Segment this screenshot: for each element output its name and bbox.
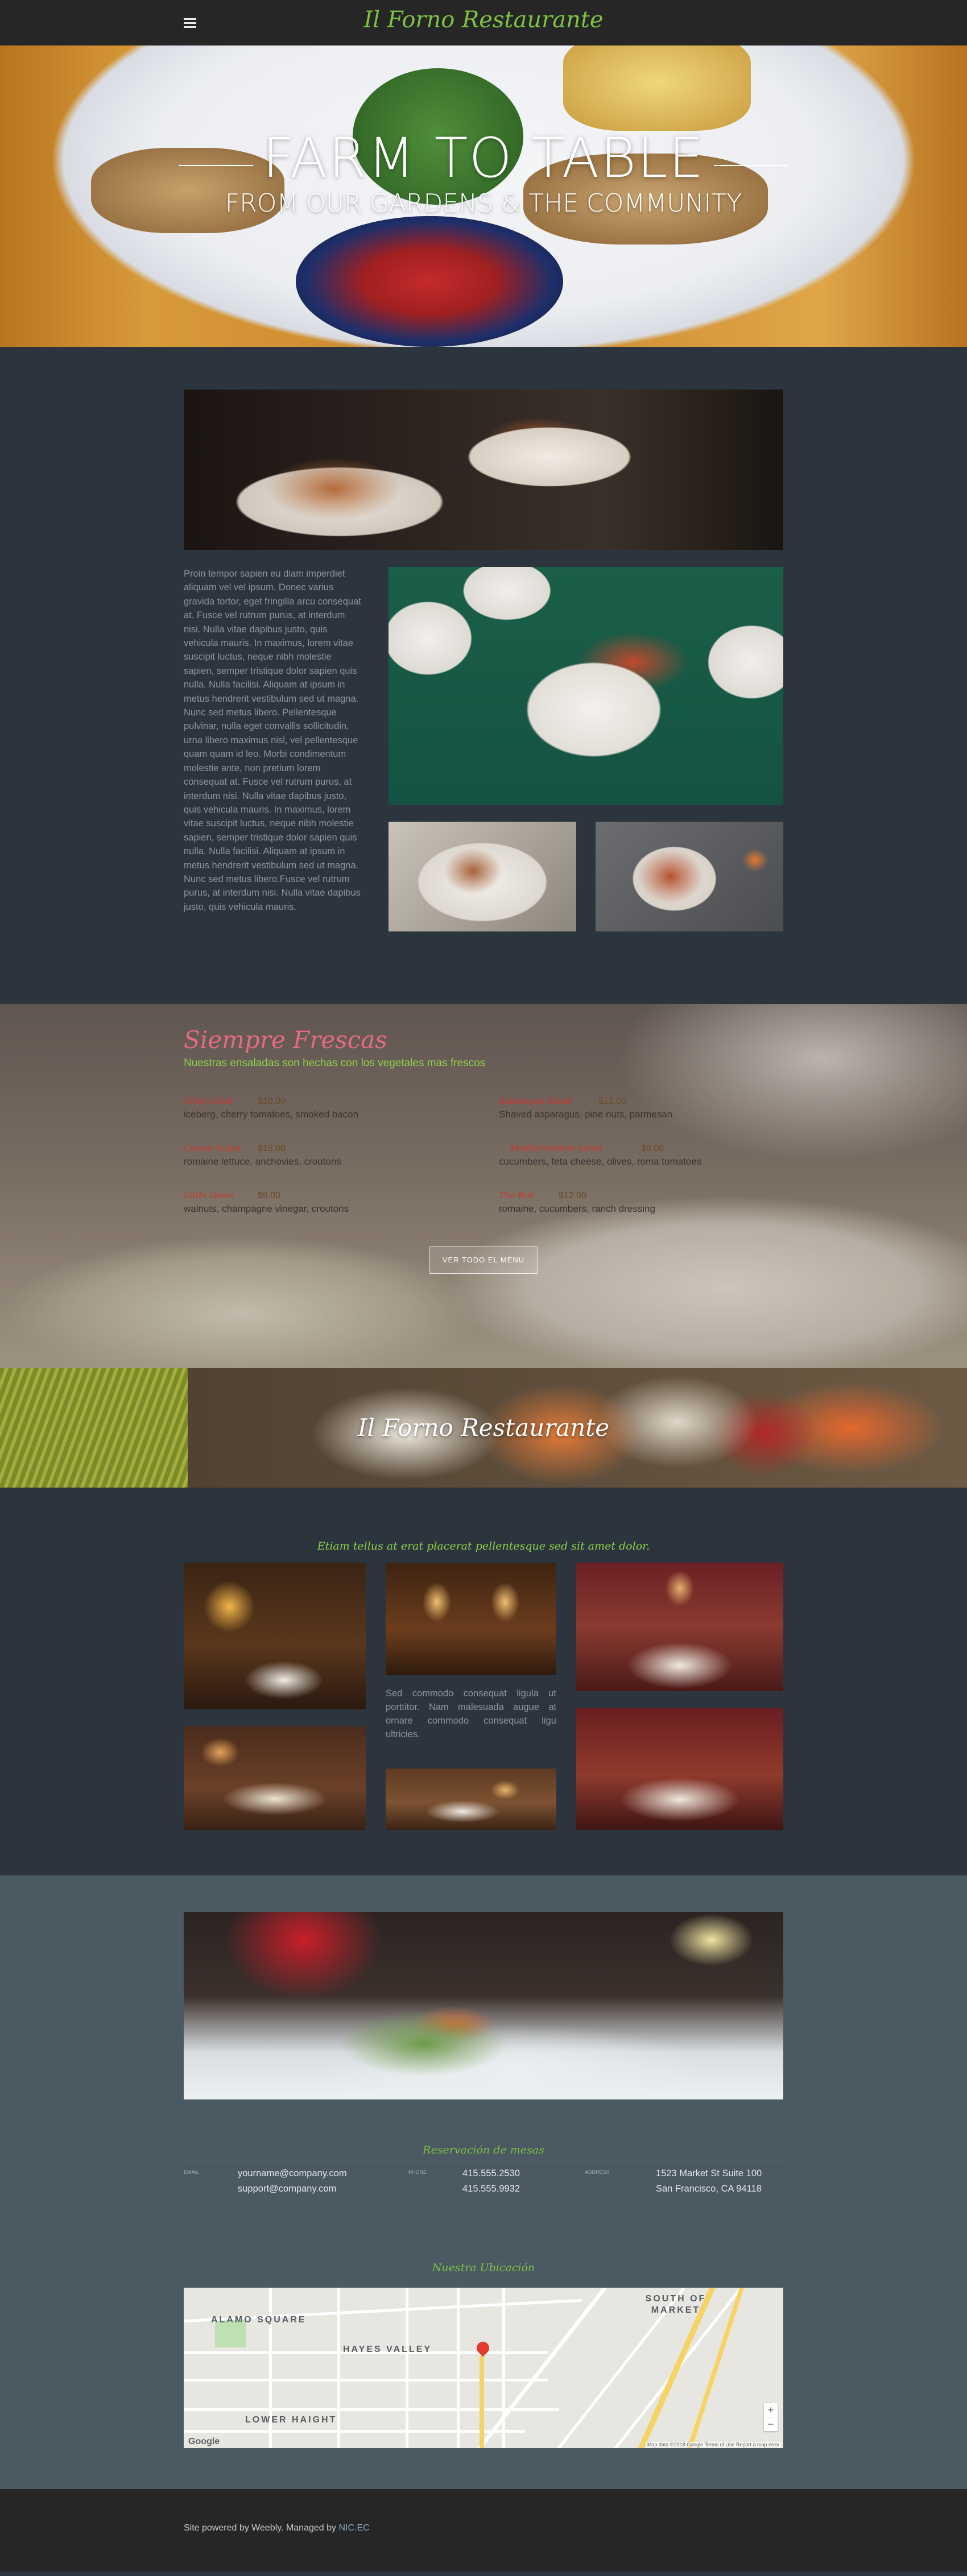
phone-label: PHONE bbox=[408, 2169, 427, 2175]
restaurant-banner: Il Forno Restaurante bbox=[0, 1368, 967, 1488]
dish-price: $8.00 bbox=[641, 1144, 664, 1153]
menu-section: Siempre Frescas Nuestras ensaladas son h… bbox=[0, 1004, 967, 1368]
dish-item: Mediterranean Salad $8.00 cucumbers, feta… bbox=[499, 1143, 783, 1167]
dish-name: Asparagus Salad bbox=[499, 1096, 572, 1106]
bar-drinks-image bbox=[184, 1563, 366, 1709]
seafood-platter-image bbox=[389, 567, 783, 805]
dish-description: romaine, cucumbers, ranch dressing bbox=[499, 1203, 655, 1214]
address-label: ADDRESS bbox=[585, 2169, 610, 2175]
phone-number[interactable]: 415.555.2530 bbox=[462, 2166, 520, 2181]
dish-description: walnuts, champagne vinegar, croutons bbox=[184, 1203, 349, 1214]
menu-subtitle: Nuestras ensaladas son hechas con los ve… bbox=[184, 1057, 486, 1069]
dish-item: Chop Salad $10.00 iceberg, cherry tomatoe… bbox=[184, 1096, 468, 1120]
map-zoom-controls[interactable]: + − bbox=[764, 2403, 778, 2431]
view-full-menu-button[interactable]: VER TODO EL MENU bbox=[429, 1246, 538, 1274]
dish-price: $9.00 bbox=[258, 1191, 281, 1200]
address-line: 1523 Market St Suite 100 bbox=[656, 2168, 762, 2179]
dish-item: Little Gems $9.00 walnuts, champagne vine… bbox=[184, 1190, 468, 1215]
hero-title: FARM TO TABLE bbox=[262, 126, 705, 190]
reservations-title: Reservación de mesas bbox=[423, 2144, 544, 2156]
dish-description: Shaved asparagus, pine nuts, parmesan bbox=[499, 1109, 673, 1120]
email-link[interactable]: yourname@company.com bbox=[238, 2166, 347, 2181]
top-bar: Il Forno Restaurante bbox=[0, 0, 967, 45]
address-column: ADDRESS 1523 Market St Suite 100 San Fra… bbox=[585, 2166, 783, 2197]
salad-bowl-image bbox=[596, 822, 783, 931]
dish-price: $12.00 bbox=[598, 1096, 626, 1106]
hero-subtitle: FROM OUR GARDENS & THE COMMUNITY bbox=[225, 189, 742, 218]
google-logo: Google bbox=[188, 2437, 220, 2446]
zoom-out-button[interactable]: − bbox=[764, 2417, 778, 2431]
plated-dish-image bbox=[389, 822, 576, 931]
dish-item: Caesar Salad $15.00 romaine lettuce, anch… bbox=[184, 1143, 468, 1167]
dish-name: Little Gems bbox=[184, 1190, 234, 1200]
email-column: EMAIL yourname@company.com support@compa… bbox=[184, 2166, 408, 2197]
google-map[interactable]: ALAMO SQUARE HAYES VALLEY LOWER HAIGHT S… bbox=[184, 2288, 783, 2448]
gallery-paragraph: Sed commodo consequat ligula ut porttito… bbox=[386, 1688, 556, 1740]
zoom-in-button[interactable]: + bbox=[764, 2403, 778, 2417]
intro-section: Proin tempor sapien eu diam imperdiet al… bbox=[0, 347, 967, 1004]
location-title: Nuestra Ubicación bbox=[432, 2262, 535, 2274]
email-label: EMAIL bbox=[184, 2169, 200, 2175]
map-label: LOWER HAIGHT bbox=[245, 2415, 337, 2425]
dining-room-image bbox=[184, 1726, 366, 1830]
email-link[interactable]: support@company.com bbox=[238, 2181, 347, 2197]
dish-description: iceberg, cherry tomatoes, smoked bacon bbox=[184, 1109, 359, 1120]
restaurant-gallery: Sed commodo consequat ligula ut porttito… bbox=[184, 1563, 783, 1830]
phone-number[interactable]: 415.555.9932 bbox=[462, 2181, 520, 2197]
dish-price: $10.00 bbox=[258, 1096, 286, 1106]
intro-paragraph: Proin tempor sapien eu diam imperdiet al… bbox=[184, 569, 361, 912]
dish-name: The Bob bbox=[499, 1190, 535, 1200]
map-label: ALAMO SQUARE bbox=[211, 2315, 307, 2325]
dish-name: Caesar Salad bbox=[184, 1143, 241, 1153]
fine-dining-image bbox=[184, 1912, 783, 2099]
restaurant-gallery-section: Etiam tellus at erat placerat pellentesq… bbox=[0, 1488, 967, 1875]
dish-item: Asparagus Salad $12.00 Shaved asparagus, … bbox=[499, 1096, 783, 1120]
hero-banner: FARM TO TABLE FROM OUR GARDENS & THE COM… bbox=[0, 45, 967, 347]
map-attribution[interactable]: Map data ©2018 Google Terms of Use Repor… bbox=[645, 2442, 781, 2447]
map-label: HAYES VALLEY bbox=[343, 2345, 432, 2354]
dish-name: Mediterranean Salad bbox=[510, 1143, 602, 1153]
dish-price: $15.00 bbox=[258, 1144, 286, 1153]
dining-hall-image bbox=[576, 1708, 783, 1830]
banner-title: Il Forno Restaurante bbox=[357, 1414, 610, 1442]
plates-serving-image bbox=[184, 390, 783, 550]
footer-text: Site powered by Weebly. Managed by NIC.E… bbox=[184, 2523, 370, 2533]
dining-hall-image bbox=[576, 1563, 783, 1691]
site-title[interactable]: Il Forno Restaurante bbox=[0, 7, 967, 33]
phone-column: PHONE 415.555.2530 415.555.9932 bbox=[408, 2166, 585, 2197]
dish-list: Chop Salad $10.00 iceberg, cherry tomatoe… bbox=[184, 1096, 783, 1215]
dish-name: Chop Salad bbox=[184, 1096, 234, 1106]
dining-room-image bbox=[386, 1769, 556, 1830]
dining-room-image bbox=[386, 1563, 556, 1675]
dish-description: cucumbers, feta cheese, olives, roma tom… bbox=[499, 1156, 702, 1167]
footer: Site powered by Weebly. Managed by NIC.E… bbox=[0, 2489, 967, 2571]
gallery-title: Etiam tellus at erat placerat pellentesq… bbox=[317, 1540, 650, 1552]
map-label: SOUTH OF MARKET bbox=[645, 2294, 706, 2315]
dish-price: $12.00 bbox=[559, 1191, 586, 1200]
dish-description: romaine lettuce, anchovies, croutons bbox=[184, 1156, 341, 1167]
contact-section: Reservación de mesas EMAIL yourname@comp… bbox=[0, 1875, 967, 2489]
address-line: San Francisco, CA 94118 bbox=[656, 2184, 762, 2194]
dish-item: The Bob $12.00 romaine, cucumbers, ranch … bbox=[499, 1190, 783, 1215]
menu-title: Siempre Frescas bbox=[184, 1026, 387, 1054]
footer-credit: Site powered by Weebly. Managed by bbox=[184, 2523, 339, 2533]
footer-link[interactable]: NIC.EC bbox=[338, 2523, 369, 2533]
